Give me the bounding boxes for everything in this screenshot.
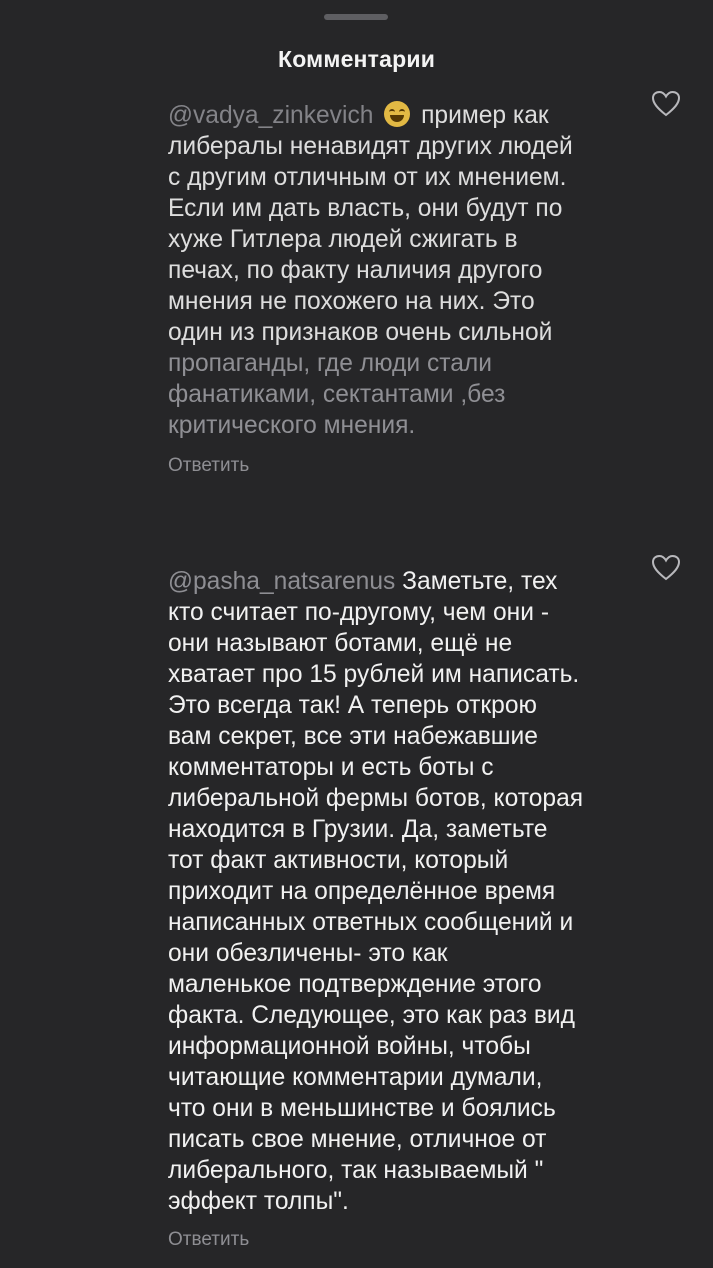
grinning-sweat-emoji-icon — [384, 101, 411, 127]
mention-link[interactable]: @pasha_natsarenus — [168, 568, 395, 595]
reply-button[interactable]: Ответить — [168, 455, 630, 477]
comment-body: пример как либералы ненавидят других люд… — [168, 102, 573, 346]
comment-text: @pasha_natsarenus Заметьте, тех кто счит… — [168, 566, 630, 1217]
drag-handle[interactable] — [324, 14, 388, 20]
comment-body: Заметьте, тех кто считает по-другому, че… — [168, 568, 584, 1215]
comment-item: @vadya_zinkevich пример как либералы нен… — [168, 100, 630, 477]
comment-body-faded: пропаганды, где люди стали фанатиками, с… — [168, 350, 506, 439]
reply-button[interactable]: Ответить — [168, 1229, 630, 1251]
heart-outline-icon[interactable] — [650, 88, 682, 120]
heart-outline-icon[interactable] — [650, 552, 682, 584]
mention-link[interactable]: @vadya_zinkevich — [168, 102, 373, 129]
comments-sheet: Комментарии @vadya_zinkevich пример как … — [0, 0, 713, 1268]
comment-text: @vadya_zinkevich пример как либералы нен… — [168, 100, 630, 441]
sheet-title: Комментарии — [277, 46, 436, 72]
comment-item: @pasha_natsarenus Заметьте, тех кто счит… — [168, 566, 630, 1251]
